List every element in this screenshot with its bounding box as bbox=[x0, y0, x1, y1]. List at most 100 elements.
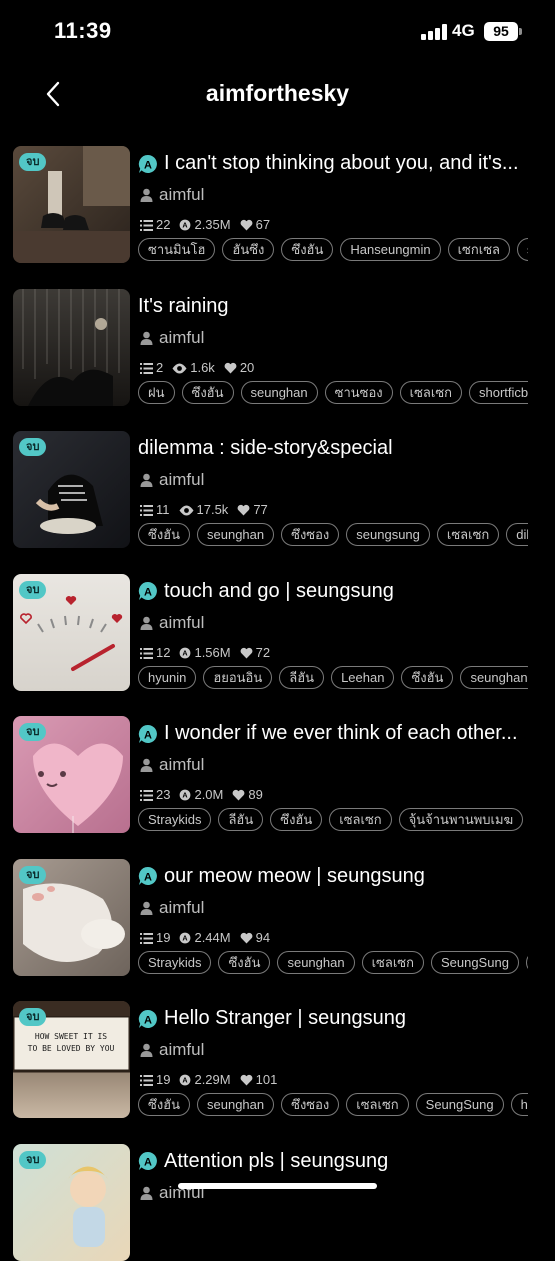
like-count: 72 bbox=[255, 644, 271, 660]
tag-chip[interactable]: ซึงฮัน bbox=[138, 523, 190, 546]
tag-chip[interactable]: dilem bbox=[506, 523, 528, 546]
story-title-row[interactable]: A Attention pls | seungsung bbox=[138, 1150, 538, 1176]
story-cover[interactable]: จบ bbox=[13, 146, 130, 263]
tag-chip[interactable]: seunghan bbox=[197, 1093, 275, 1116]
home-indicator[interactable] bbox=[178, 1183, 377, 1189]
tag-chip[interactable]: seunghan bbox=[277, 950, 355, 974]
tag-chip[interactable]: ซึงฮัน bbox=[181, 380, 234, 404]
tag-chip[interactable]: ซึงฮัน bbox=[218, 950, 271, 974]
tag-chip[interactable]: ฮันซึง bbox=[222, 238, 275, 261]
svg-text:A: A bbox=[144, 1014, 152, 1026]
tag-chip[interactable]: จุ้นจ้านพานพบเมฆ bbox=[398, 808, 524, 831]
like-count: 77 bbox=[253, 502, 268, 517]
tag-chip[interactable]: high bbox=[510, 1093, 528, 1116]
chapters-stat: 11 bbox=[140, 502, 170, 517]
author-row[interactable]: aimful bbox=[140, 1040, 204, 1060]
person-icon bbox=[140, 188, 153, 202]
person-icon bbox=[140, 331, 153, 345]
story-cover[interactable]: จบ bbox=[13, 858, 130, 976]
chapter-count: 11 bbox=[156, 502, 170, 517]
tag-chip[interactable]: Straykids bbox=[138, 808, 212, 831]
tag-chip[interactable]: ซึงซอง bbox=[281, 523, 340, 546]
svg-text:A: A bbox=[144, 1157, 152, 1169]
story-item[interactable]: จบ A Attention pls | seungsung aimful bbox=[0, 1128, 555, 1261]
svg-text:HOW SWEET IT IS: HOW SWEET IT IS bbox=[35, 1032, 107, 1041]
tag-chip[interactable]: ซึงฮัน bbox=[138, 1093, 190, 1116]
list-icon bbox=[140, 1075, 153, 1086]
author-row[interactable]: aimful bbox=[140, 470, 204, 490]
reads-stat: A 2.0M bbox=[179, 787, 223, 802]
story-cover[interactable]: จบ bbox=[13, 431, 130, 548]
story-stats: 19 A 2.29M 101 bbox=[140, 1072, 286, 1087]
story-item[interactable]: จบ dilemma : side-story&special aimful 11 17… bbox=[0, 415, 555, 548]
story-item[interactable]: จบ A I wonder if we ever think of each oth… bbox=[0, 700, 555, 833]
tag-chip[interactable]: ฮยอนอิน bbox=[203, 665, 273, 689]
story-item[interactable]: HOW SWEET IT IS TO BE LOVED BY YOU จบ A Hell… bbox=[0, 985, 555, 1118]
tag-chip[interactable]: seunghan bbox=[197, 523, 275, 546]
svg-text:A: A bbox=[183, 221, 188, 230]
story-item[interactable]: จบ A I can't stop thinking about you, and … bbox=[0, 130, 555, 263]
tag-chip[interactable]: เซลเซก bbox=[436, 523, 500, 546]
tag-chip[interactable]: ซึงซอง bbox=[281, 1093, 340, 1116]
tag-chip[interactable]: ซานมินโฮ bbox=[138, 238, 216, 261]
story-cover[interactable]: จบ bbox=[13, 573, 130, 691]
story-item[interactable]: จบ Aour meow meow | seungsung aimful 19 A 2.4… bbox=[0, 843, 555, 976]
tag-chip[interactable]: ฝน bbox=[138, 380, 175, 404]
tag-chip[interactable]: Straykids bbox=[138, 950, 212, 974]
story-stats: 23 A 2.0M 89 bbox=[140, 787, 272, 802]
tag-chip[interactable]: ลีฮัน bbox=[279, 665, 325, 689]
author-row[interactable]: aimful bbox=[140, 185, 204, 205]
tag-chip[interactable]: เซลเซก bbox=[399, 380, 463, 404]
person-icon bbox=[140, 616, 153, 630]
author-row[interactable]: aimful bbox=[140, 328, 204, 348]
tag-chip[interactable]: shortficbyai bbox=[469, 380, 528, 404]
author-row[interactable]: aimful bbox=[140, 613, 204, 633]
tag-chip[interactable]: seun bbox=[516, 238, 528, 261]
tag-chip[interactable]: ซึ bbox=[525, 950, 528, 974]
story-title-row[interactable]: dilemma : side-story&special bbox=[138, 437, 538, 463]
story-stats: 12 A 1.56M 72 bbox=[140, 645, 279, 660]
story-title-row[interactable]: A I can't stop thinking about you, and it… bbox=[138, 152, 538, 178]
tag-chip[interactable]: Hanseungmin bbox=[340, 238, 441, 261]
list-icon bbox=[140, 505, 153, 516]
story-title: I can't stop thinking about you, and it'… bbox=[164, 152, 519, 174]
story-cover[interactable]: จบ bbox=[13, 716, 130, 833]
tag-chip[interactable]: เซกเซล bbox=[447, 238, 510, 261]
tag-chip[interactable]: seunghan bbox=[240, 380, 318, 404]
like-count: 67 bbox=[255, 217, 271, 232]
author-name: aimful bbox=[159, 327, 205, 347]
tag-chip[interactable]: ลีฮัน bbox=[218, 808, 264, 831]
author-name: aimful bbox=[159, 897, 205, 917]
list-icon bbox=[140, 220, 153, 231]
story-item[interactable]: จบ Atouch and go | seungsung aimful 12 A 1.56… bbox=[0, 558, 555, 691]
story-title-row[interactable]: It's raining bbox=[138, 295, 538, 321]
tag-chip[interactable]: hyunin bbox=[138, 665, 197, 689]
tag-chip[interactable]: SeungSung bbox=[415, 1093, 504, 1116]
tag-chip[interactable]: Leehan bbox=[331, 665, 395, 689]
tag-chip[interactable]: เซลเซก bbox=[329, 808, 392, 831]
heart-icon bbox=[237, 504, 250, 516]
story-cover[interactable]: จบ bbox=[13, 1143, 130, 1261]
story-title-row[interactable]: A Hello Stranger | seungsung bbox=[138, 1007, 538, 1033]
story-title-row[interactable]: Aour meow meow | seungsung bbox=[138, 865, 538, 891]
tag-chip[interactable]: seunghan bbox=[460, 665, 528, 689]
tag-chip[interactable]: SeungSung bbox=[430, 950, 519, 974]
story-cover[interactable]: HOW SWEET IT IS TO BE LOVED BY YOU จบ bbox=[13, 1001, 130, 1118]
tag-chip[interactable]: เซลเซก bbox=[346, 1093, 409, 1116]
tag-chip[interactable]: seungsung bbox=[346, 523, 430, 546]
author-row[interactable]: aimful bbox=[140, 898, 204, 918]
chapter-count: 19 bbox=[156, 1072, 171, 1087]
tag-chip[interactable]: ซึงฮัน bbox=[401, 665, 454, 689]
author-row[interactable]: aimful bbox=[140, 755, 204, 775]
story-item[interactable]: It's raining aimful 2 1.6k 20 ฝน ซึงฮัน seungha… bbox=[0, 273, 555, 406]
story-title-row[interactable]: Atouch and go | seungsung bbox=[138, 580, 538, 606]
tag-chip[interactable]: เซลเซก bbox=[361, 950, 424, 974]
cellular-signal-icon bbox=[421, 24, 447, 40]
story-title: our meow meow | seungsung bbox=[164, 864, 425, 887]
story-cover[interactable] bbox=[13, 288, 130, 406]
tag-chip[interactable]: ซึงฮัน bbox=[270, 808, 323, 831]
tag-chip[interactable]: ซึงฮัน bbox=[281, 238, 334, 261]
tag-chip[interactable]: ซานซอง bbox=[324, 380, 393, 404]
story-title-row[interactable]: A I wonder if we ever think of each other… bbox=[138, 722, 538, 748]
like-count: 89 bbox=[248, 787, 263, 802]
